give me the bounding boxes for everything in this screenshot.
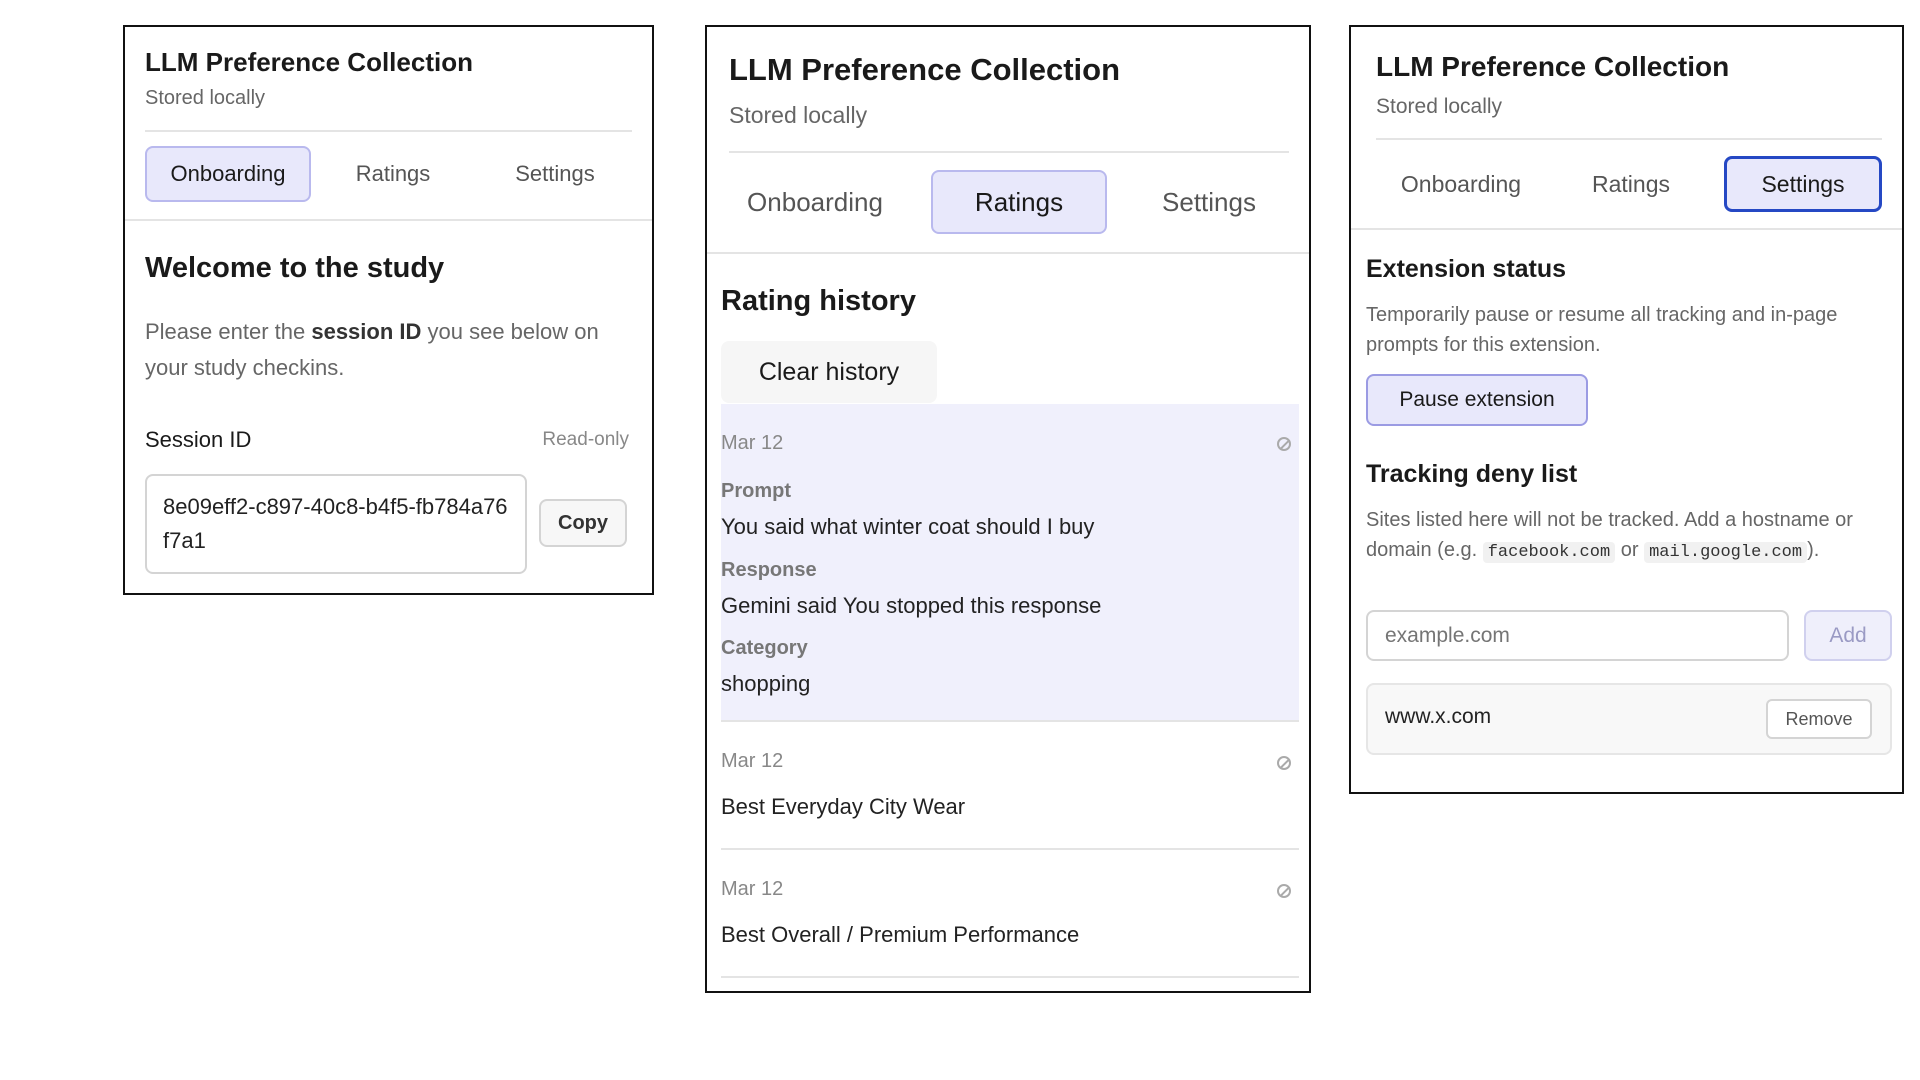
- welcome-heading: Welcome to the study: [145, 252, 445, 284]
- app-subtitle: Stored locally: [1376, 95, 1503, 118]
- response-text: Gemini said You stopped this response: [721, 593, 1102, 618]
- tab-settings[interactable]: Settings: [1724, 156, 1882, 212]
- tabs-divider: [125, 219, 652, 221]
- extension-status-text: Temporarily pause or resume all tracking…: [1366, 304, 1838, 356]
- app-subtitle: Stored locally: [145, 87, 266, 109]
- rating-history-heading: Rating history: [721, 285, 916, 317]
- rating-item[interactable]: Mar 12 Best Overall / Premium Performanc…: [721, 850, 1299, 976]
- extension-status-heading: Extension status: [1366, 255, 1567, 283]
- dismiss-icon[interactable]: [1277, 437, 1291, 451]
- prompt-label: Prompt: [721, 480, 791, 502]
- row-divider: [721, 976, 1299, 978]
- dismiss-icon[interactable]: [1277, 884, 1291, 898]
- header-divider: [1376, 138, 1882, 140]
- app-title: LLM Preference Collection: [145, 47, 473, 77]
- ratings-panel: LLM Preference Collection Stored locally…: [705, 25, 1311, 993]
- deny-list-text: Sites listed here will not be tracked. A…: [1366, 509, 1853, 563]
- tabs-divider: [707, 252, 1309, 254]
- session-id-label: Session ID: [145, 427, 252, 452]
- code-mail-google: mail.google.com: [1644, 542, 1808, 563]
- pause-extension-button[interactable]: Pause extension: [1366, 374, 1588, 426]
- code-facebook: facebook.com: [1482, 542, 1616, 563]
- deny-list-item: www.x.com Remove: [1366, 683, 1892, 755]
- tab-onboarding[interactable]: Onboarding: [729, 170, 901, 234]
- header-divider: [729, 151, 1289, 153]
- response-label: Response: [721, 559, 817, 581]
- domain-input[interactable]: [1366, 610, 1789, 661]
- tab-ratings[interactable]: Ratings: [1561, 156, 1701, 212]
- rating-text: Best Overall / Premium Performance: [721, 922, 1080, 947]
- rating-date: Mar 12: [721, 878, 784, 900]
- category-text: shopping: [721, 671, 811, 696]
- remove-button[interactable]: Remove: [1766, 699, 1872, 739]
- tab-ratings[interactable]: Ratings: [931, 170, 1107, 234]
- readonly-label: Read-only: [542, 429, 629, 450]
- app-title: LLM Preference Collection: [729, 52, 1121, 87]
- rating-item[interactable]: Mar 12 Prompt You said what winter coat …: [721, 404, 1299, 720]
- tab-settings[interactable]: Settings: [475, 146, 635, 202]
- copy-button[interactable]: Copy: [539, 499, 627, 547]
- header-divider: [145, 130, 632, 132]
- settings-panel: LLM Preference Collection Stored locally…: [1349, 25, 1904, 794]
- app-subtitle: Stored locally: [729, 102, 868, 128]
- deny-list-heading: Tracking deny list: [1366, 460, 1578, 488]
- onboarding-panel: LLM Preference Collection Stored locally…: [123, 25, 654, 595]
- clear-history-button[interactable]: Clear history: [721, 341, 937, 403]
- tab-onboarding[interactable]: Onboarding: [145, 146, 311, 202]
- session-id-field[interactable]: 8e09eff2-c897-40c8-b4f5-fb784a76f7a1: [145, 474, 527, 574]
- dismiss-icon[interactable]: [1277, 756, 1291, 770]
- session-id-value: 8e09eff2-c897-40c8-b4f5-fb784a76f7a1: [163, 494, 508, 553]
- tabs-divider: [1351, 228, 1902, 230]
- tab-onboarding[interactable]: Onboarding: [1376, 156, 1546, 212]
- welcome-text: Please enter the session ID you see belo…: [145, 319, 599, 380]
- rating-item[interactable]: Mar 12 Best Everyday City Wear: [721, 722, 1299, 848]
- rating-date: Mar 12: [721, 750, 784, 772]
- add-button[interactable]: Add: [1804, 610, 1892, 661]
- category-label: Category: [721, 637, 808, 659]
- tab-ratings[interactable]: Ratings: [318, 146, 468, 202]
- rating-text: Best Everyday City Wear: [721, 794, 966, 819]
- prompt-text: You said what winter coat should I buy: [721, 514, 1095, 539]
- rating-date: Mar 12: [721, 432, 784, 454]
- app-title: LLM Preference Collection: [1376, 51, 1730, 82]
- deny-host: www.x.com: [1385, 705, 1492, 728]
- tab-settings[interactable]: Settings: [1119, 170, 1299, 234]
